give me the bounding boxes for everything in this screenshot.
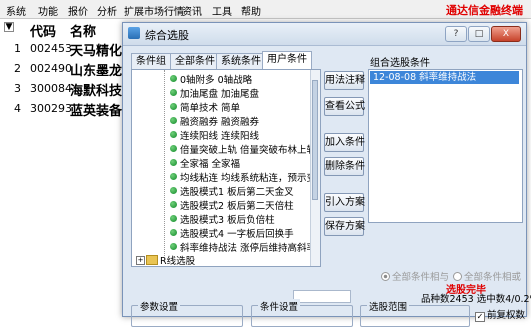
column-header-name[interactable]: 名称 (70, 21, 96, 40)
menu-bar: 系统 功能 报价 分析 扩展市场行情 资讯 工具 帮助 通达信金融终端 (0, 0, 531, 19)
selected-conditions-label: 组合选股条件 (370, 58, 430, 69)
formula-icon (170, 131, 177, 138)
menu-function[interactable]: 功能 (38, 3, 58, 18)
group-label: 参数设置 (138, 299, 181, 313)
stock-list: ▼ 代码 名称 1 002453 天马精化 2 002490 山东墨龙 3 30… (0, 19, 132, 315)
table-row[interactable]: 4 300293 蓝英装备 (0, 100, 132, 120)
sort-icon[interactable]: ▼ (4, 22, 14, 32)
help-button[interactable]: ? (445, 26, 467, 42)
tree-scrollbar[interactable] (310, 70, 320, 266)
row-number: 2 (14, 62, 21, 75)
maximize-button[interactable]: □ (468, 26, 490, 42)
column-header-code[interactable]: 代码 (30, 21, 56, 40)
table-row[interactable]: 1 002453 天马精化 (0, 40, 132, 60)
stock-code: 002453 (30, 42, 72, 55)
formula-icon (170, 145, 177, 152)
list-item[interactable]: 12-08-08 斜率维持战法 (370, 71, 519, 84)
dialog-title-bar[interactable]: 综合选股 ? □ X (123, 23, 526, 46)
menu-system[interactable]: 系统 (6, 3, 26, 18)
scrollbar-thumb[interactable] (312, 80, 318, 200)
stock-code: 300293 (30, 102, 72, 115)
dialog-title: 综合选股 (145, 29, 189, 42)
group-label: 选股范围 (367, 299, 410, 313)
formula-icon (170, 75, 177, 82)
selected-conditions-list: 12-08-08 斜率维持战法 (368, 69, 523, 223)
param-settings-group: 参数设置 (131, 299, 243, 327)
add-condition-button[interactable]: 加入条件 (324, 133, 365, 152)
stock-name: 蓝英装备 (70, 104, 123, 119)
row-number: 3 (14, 82, 21, 95)
condition-tree: 0轴附多 0轴战略 加油尾盘 加油尾盘 简单技术 简单 融资融券 融资融券 连续… (131, 69, 321, 267)
formula-icon (170, 229, 177, 236)
selection-range-group: 选股范围 (360, 299, 470, 327)
stock-name: 海默科技 (70, 84, 123, 99)
menu-analysis[interactable]: 分析 (97, 3, 117, 18)
menu-help[interactable]: 帮助 (241, 3, 261, 18)
menu-extended-market[interactable]: 扩展市场行情 (124, 3, 184, 18)
formula-icon (170, 103, 177, 110)
radio-icon (453, 272, 462, 281)
table-row[interactable]: 3 300084 海默科技 (0, 80, 132, 100)
explain-button[interactable]: 用法注释 (324, 71, 365, 90)
formula-icon (170, 159, 177, 166)
view-formula-button[interactable]: 查看公式 (324, 97, 365, 116)
radio-all-and[interactable]: 全部条件相与 (381, 269, 449, 283)
formula-icon (170, 201, 177, 208)
formula-icon (170, 215, 177, 222)
condition-settings-group: 条件设置 (251, 299, 353, 327)
menu-quote[interactable]: 报价 (68, 3, 88, 18)
promo-text: 通达信金融终端 (446, 4, 523, 17)
progress-bar (293, 290, 351, 303)
table-row[interactable]: 2 002490 山东墨龙 (0, 60, 132, 80)
tab-user-conditions[interactable]: 用户条件 (262, 51, 312, 70)
save-scheme-button[interactable]: 保存方案 (324, 217, 365, 236)
stock-name: 山东墨龙 (70, 64, 123, 79)
expand-icon[interactable]: + (136, 256, 145, 265)
close-button[interactable]: X (491, 26, 521, 42)
stock-screening-dialog: 综合选股 ? □ X 条件组 全部条件 系统条件 用户条件 0轴附多 0轴战略 … (122, 22, 531, 327)
stock-code: 002490 (30, 62, 72, 75)
delete-condition-button[interactable]: 删除条件 (324, 157, 365, 176)
row-number: 4 (14, 102, 21, 115)
tab-condition-group[interactable]: 条件组 (131, 53, 171, 69)
count-text: 品种数2453 选中数4/0.2% (421, 294, 531, 305)
formula-icon (170, 187, 177, 194)
tree-connector (164, 70, 165, 256)
group-label: 条件设置 (258, 299, 301, 313)
formula-icon (170, 173, 177, 180)
menu-info[interactable]: 资讯 (182, 3, 202, 18)
formula-icon (170, 117, 177, 124)
stock-name: 天马精化 (70, 44, 123, 59)
tab-system-conditions[interactable]: 系统条件 (216, 53, 266, 69)
folder-icon (146, 255, 158, 265)
formula-icon (170, 89, 177, 96)
import-scheme-button[interactable]: 引入方案 (324, 193, 365, 212)
menu-tools[interactable]: 工具 (212, 3, 232, 18)
checkbox-icon: ✓ (475, 312, 485, 322)
app-icon (128, 27, 140, 39)
stock-code: 300084 (30, 82, 72, 95)
radio-icon (381, 272, 390, 281)
row-number: 1 (14, 42, 21, 55)
tab-all-conditions[interactable]: 全部条件 (170, 53, 220, 69)
formula-icon (170, 243, 177, 250)
